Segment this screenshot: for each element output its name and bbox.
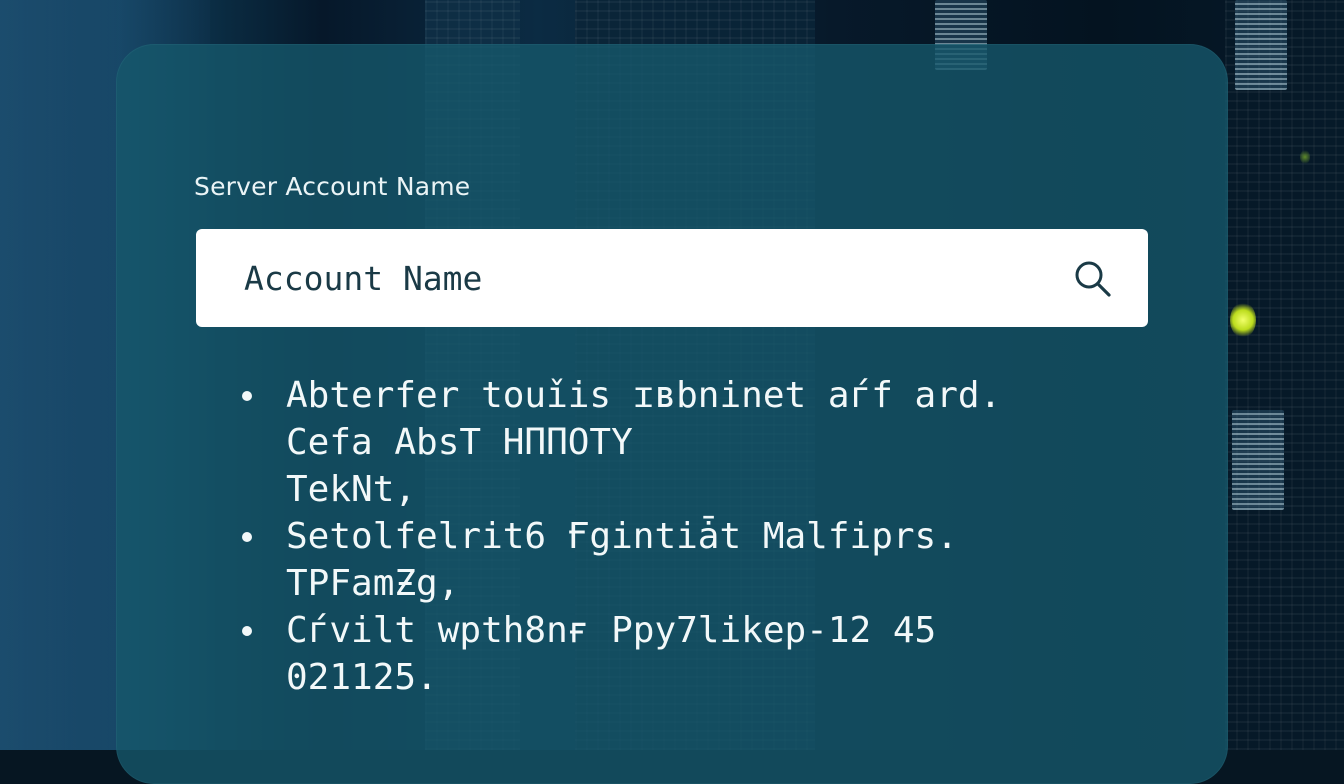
info-bullet-list: Abterfer touǐis ɪʙbninet aѓf ard. Cefa A… <box>240 372 1140 701</box>
bullet-dot-icon <box>242 532 252 542</box>
list-item: Cѓvilt wpth8nғ Ppy7likep-12 45 021125. <box>240 607 1140 701</box>
list-item: Setolfelrit6 Ғgintiǡt Malfiprs. TPFamƵg, <box>240 513 1140 607</box>
search-box[interactable] <box>196 229 1148 327</box>
field-label: Server Account Name <box>194 172 471 201</box>
drive-bay <box>1232 410 1284 510</box>
bullet-text: Cefa AbsT HΠΠOTY <box>286 422 633 463</box>
drive-bay <box>1235 0 1287 90</box>
server-rack <box>1225 0 1344 750</box>
bullet-text: Setolfelrit6 Ғgintiǡt Malfiprs. <box>286 516 958 557</box>
bullet-dot-icon <box>242 626 252 636</box>
bullet-text: 021125. <box>286 657 438 698</box>
bullet-dot-icon <box>242 391 252 401</box>
bullet-text: TPFamƵg, <box>286 563 460 604</box>
search-icon[interactable] <box>1072 258 1112 298</box>
bullet-text: Cѓvilt wpth8nғ Ppy7likep-12 45 <box>286 610 937 651</box>
search-input[interactable] <box>244 229 1064 327</box>
bullet-text: Abterfer touǐis ɪʙbninet aѓf ard. <box>286 375 1002 416</box>
status-led <box>1300 150 1310 164</box>
list-item: Abterfer touǐis ɪʙbninet aѓf ard. Cefa A… <box>240 372 1140 513</box>
status-led <box>1230 302 1256 338</box>
bullet-text: TekNt, <box>286 469 417 510</box>
